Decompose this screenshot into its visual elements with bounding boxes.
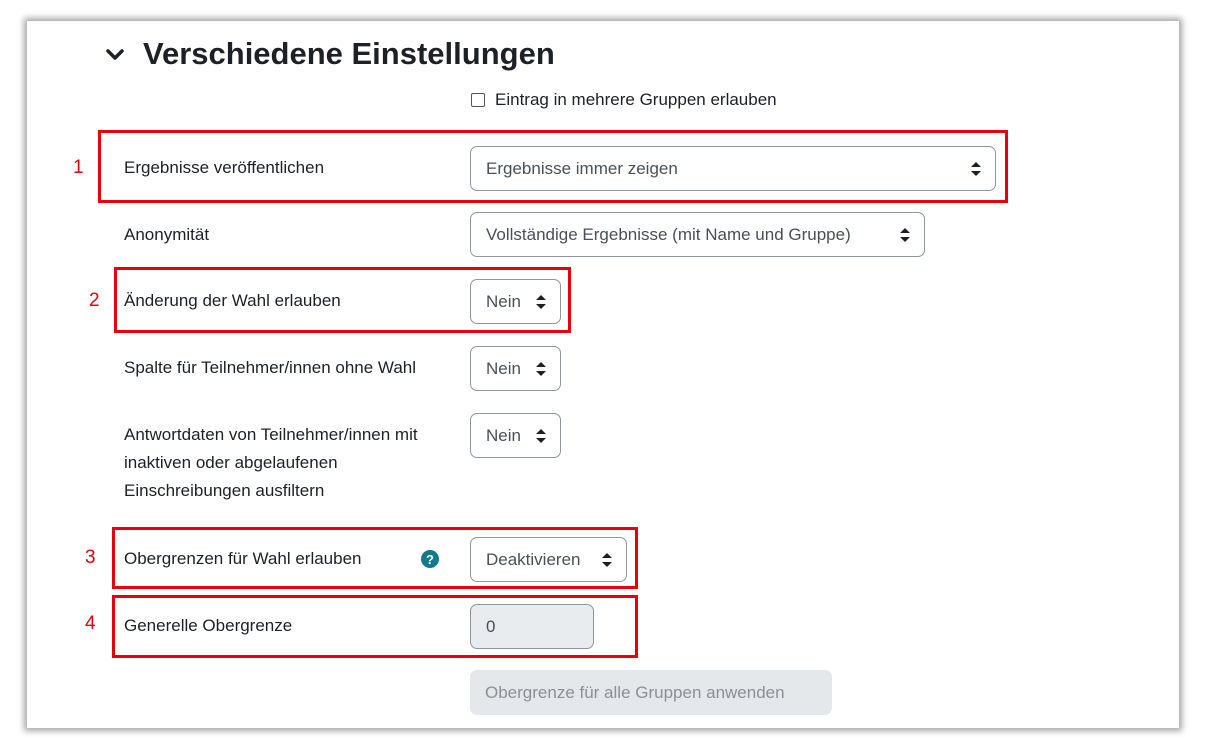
multiple-groups-checkbox[interactable] xyxy=(471,93,485,107)
apply-limit-all-groups-button[interactable]: Obergrenze für alle Gruppen anwenden xyxy=(470,670,832,715)
anonymity-label: Anonymität xyxy=(124,225,210,244)
no-choice-column-select[interactable]: Nein xyxy=(470,346,561,391)
multiple-groups-label: Eintrag in mehrere Gruppen erlauben xyxy=(495,90,777,109)
annotation-number-3: 3 xyxy=(85,547,96,568)
section-title[interactable]: Verschiedene Einstellungen xyxy=(143,36,555,72)
highlight-box-1 xyxy=(98,130,1008,203)
multiple-groups-checkbox-row[interactable]: Eintrag in mehrere Gruppen erlauben xyxy=(471,90,777,110)
sort-arrows-icon xyxy=(536,361,546,376)
sort-arrows-icon xyxy=(900,227,910,242)
sort-arrows-icon xyxy=(536,428,546,443)
annotation-number-2: 2 xyxy=(89,290,100,311)
anonymity-select[interactable]: Vollständige Ergebnisse (mit Name und Gr… xyxy=(470,212,925,257)
highlight-box-4 xyxy=(112,595,638,658)
chevron-down-icon[interactable] xyxy=(105,44,125,66)
filter-inactive-label-line2: inaktiven oder abgelaufenen xyxy=(124,453,338,472)
highlight-box-3 xyxy=(112,527,638,589)
filter-inactive-label-line1: Antwortdaten von Teilnehmer/innen mit xyxy=(124,425,418,444)
annotation-number-1: 1 xyxy=(73,157,84,178)
anonymity-select-value: Vollständige Ergebnisse (mit Name und Gr… xyxy=(486,224,851,244)
no-choice-column-label: Spalte für Teilnehmer/innen ohne Wahl xyxy=(124,358,417,377)
filter-inactive-label-line3: Einschreibungen ausfiltern xyxy=(124,481,325,500)
filter-inactive-label: Antwortdaten von Teilnehmer/innen mit in… xyxy=(124,421,418,505)
highlight-box-2 xyxy=(114,267,571,333)
filter-inactive-select[interactable]: Nein xyxy=(470,413,561,458)
annotation-number-4: 4 xyxy=(85,613,96,634)
filter-inactive-select-value: Nein xyxy=(486,425,521,445)
no-choice-column-select-value: Nein xyxy=(486,358,521,378)
